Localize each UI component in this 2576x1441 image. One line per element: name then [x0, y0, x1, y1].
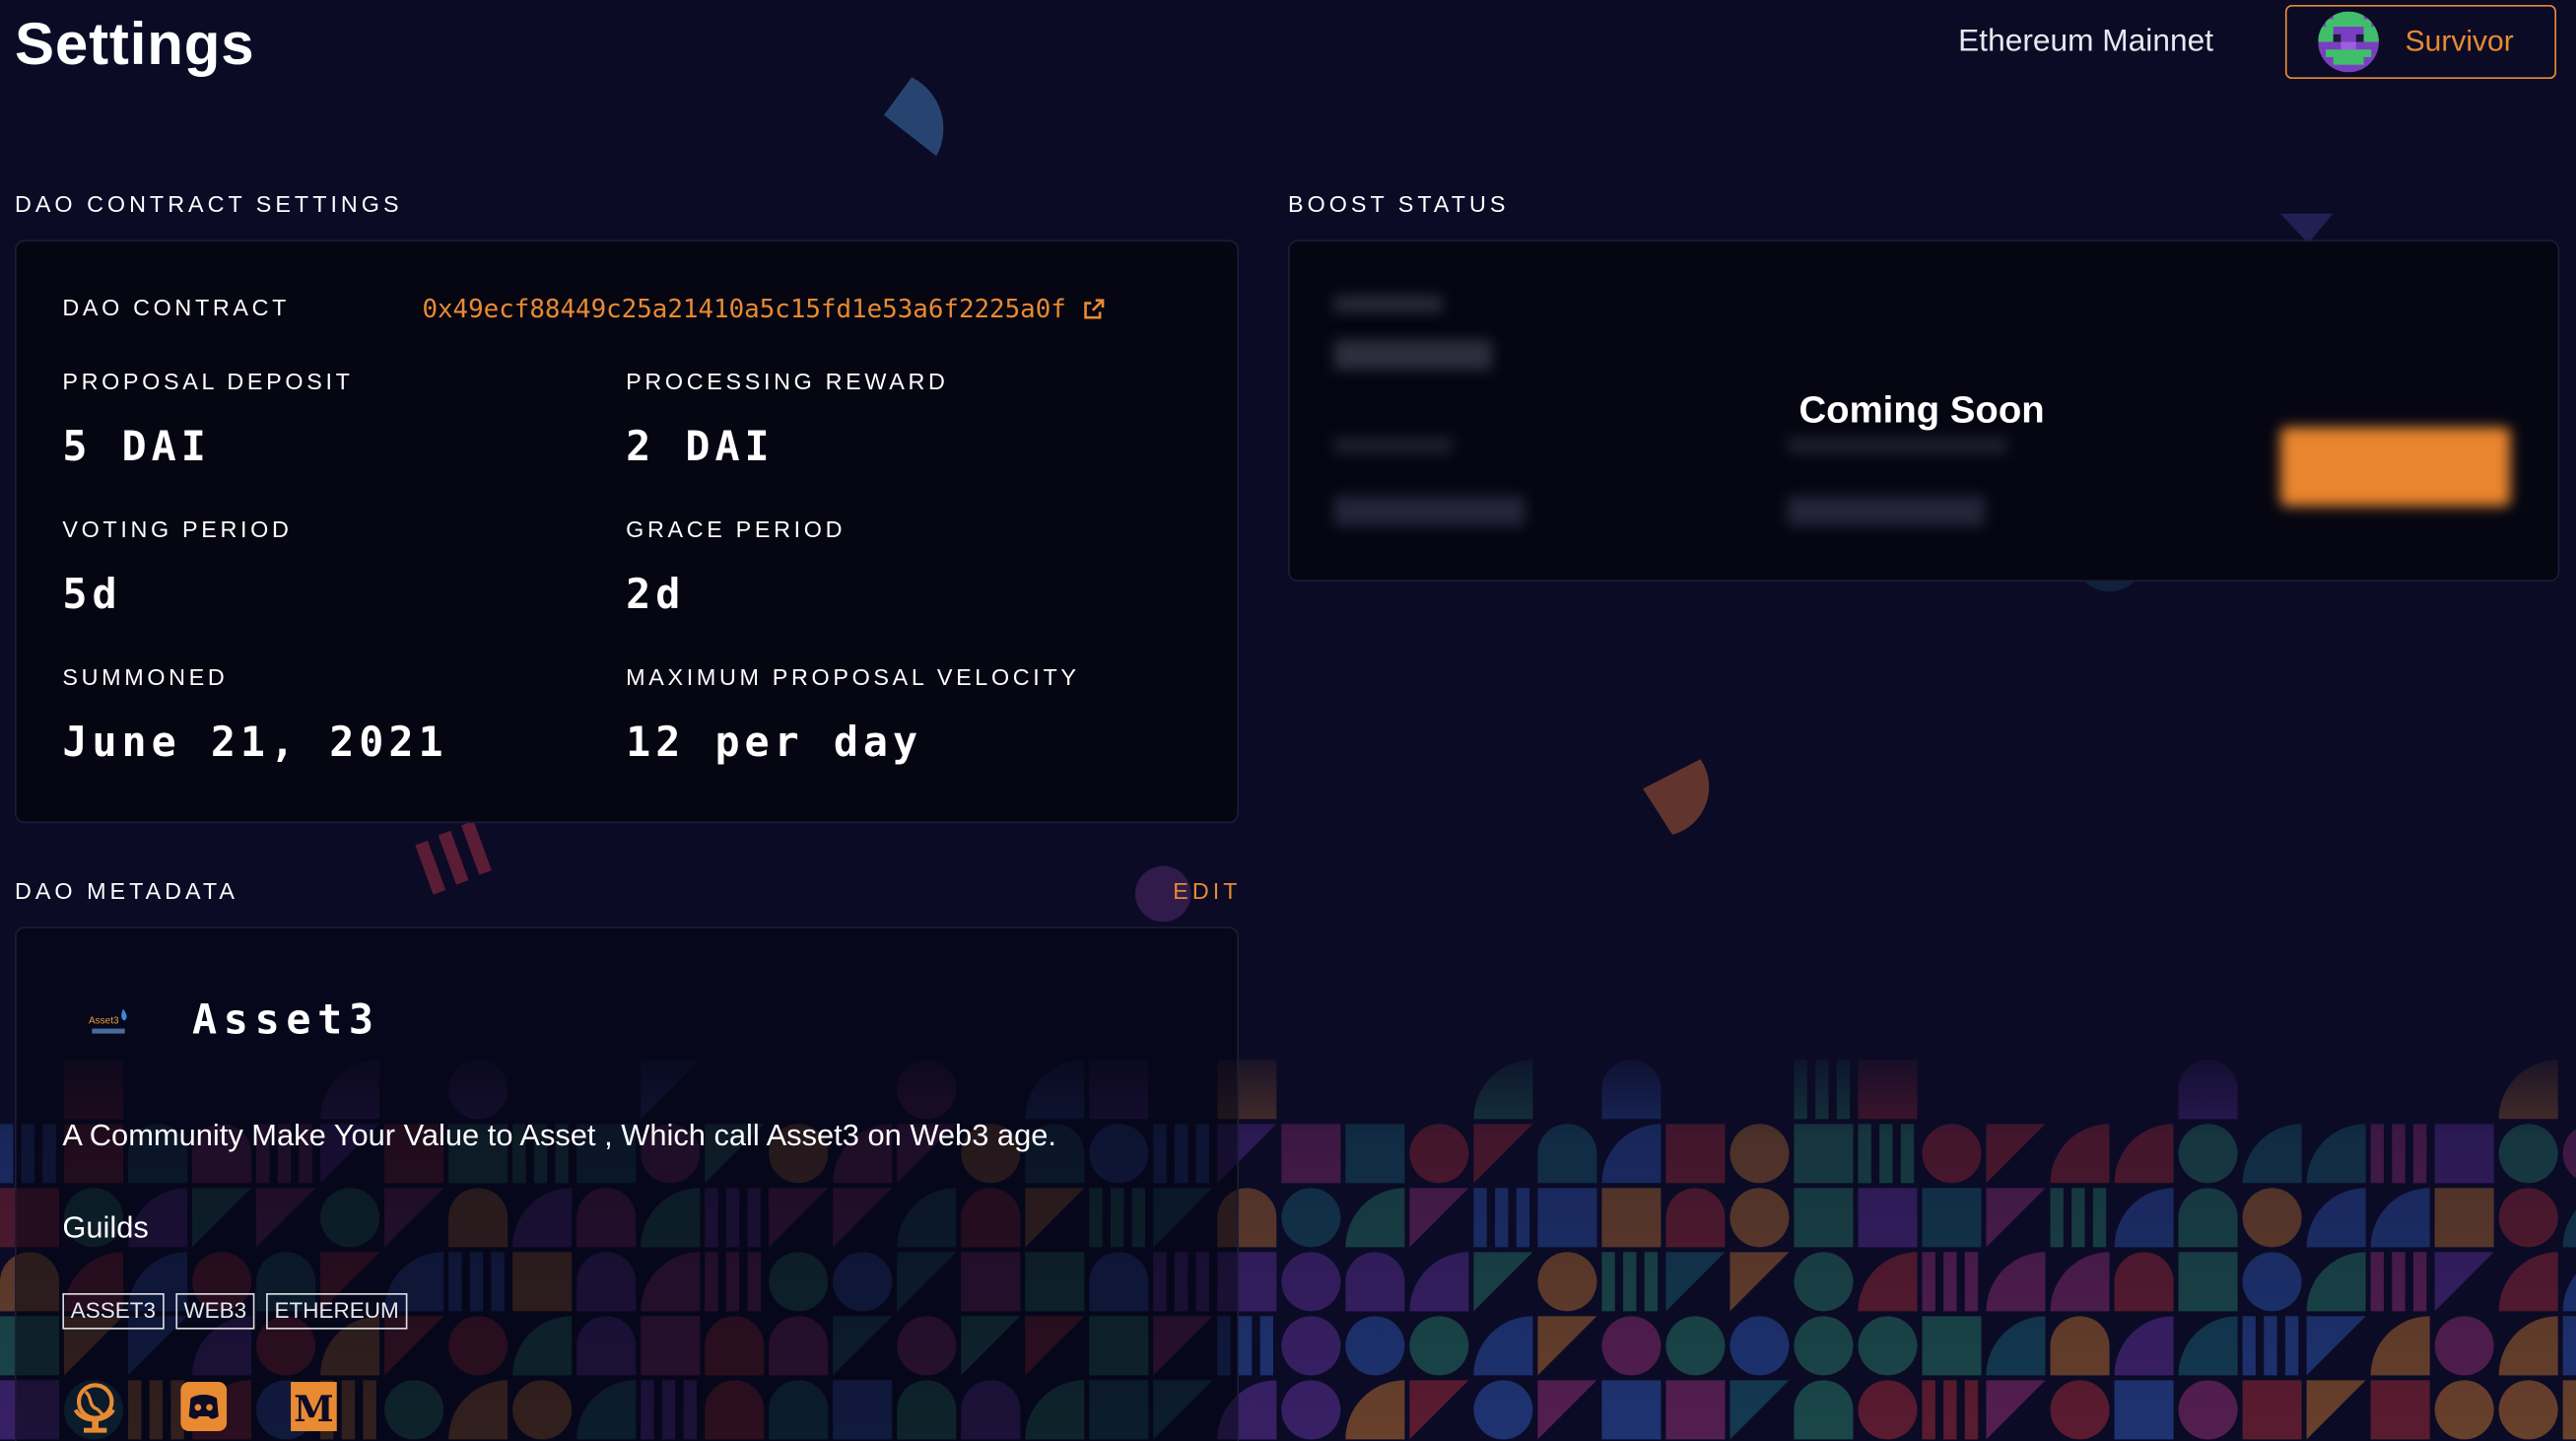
proposal-deposit-value: 5 DAI	[62, 422, 211, 470]
external-link-icon	[1084, 299, 1105, 319]
tag-list: ASSET3 WEB3 ETHEREUM	[62, 1293, 408, 1330]
voting-period-label: VOTING PERIOD	[62, 515, 293, 543]
tag: WEB3	[175, 1293, 255, 1330]
metadata-heading: DAO METADATA	[15, 877, 238, 904]
avatar-icon	[2318, 11, 2379, 73]
dao-description: A Community Make Your Value to Asset , W…	[62, 1117, 1056, 1152]
boost-status-heading: BOOST STATUS	[1288, 190, 1510, 218]
boost-placeholder	[1333, 437, 1453, 454]
dao-contract-label: DAO CONTRACT	[62, 294, 291, 321]
dao-name: Asset3	[192, 995, 380, 1044]
dao-logo-image: Asset3	[89, 1008, 127, 1034]
proposal-deposit-label: PROPOSAL DEPOSIT	[62, 368, 354, 395]
boost-placeholder	[1333, 340, 1492, 371]
page-title: Settings	[15, 10, 255, 78]
avatar	[2318, 11, 2379, 73]
website-icon[interactable]	[69, 1380, 118, 1433]
boost-placeholder	[1333, 296, 1443, 312]
edit-metadata-button[interactable]: EDIT	[1173, 877, 1241, 904]
processing-reward-label: PROCESSING REWARD	[626, 368, 949, 395]
dao-purpose: Guilds	[62, 1208, 149, 1244]
medium-icon[interactable]: M	[289, 1380, 338, 1432]
svg-text:M: M	[294, 1388, 334, 1430]
account-name: Survivor	[2405, 25, 2514, 58]
account-button[interactable]: Survivor	[2284, 5, 2557, 80]
tag: ASSET3	[62, 1293, 165, 1330]
grace-period-label: GRACE PERIOD	[626, 515, 847, 543]
dao-contract-link[interactable]: 0x49ecf88449c25a21410a5c15fd1e53a6f2225a…	[422, 294, 1105, 323]
max-proposal-velocity-value: 12 per day	[626, 718, 923, 766]
processing-reward-value: 2 DAI	[626, 422, 775, 470]
coming-soon-label: Coming Soon	[1798, 387, 2045, 431]
voting-period-value: 5d	[62, 570, 122, 618]
network-label: Ethereum Mainnet	[1958, 25, 2214, 60]
boost-placeholder	[1787, 496, 1985, 526]
boost-button-placeholder	[2279, 427, 2511, 507]
dao-logo: Asset3	[86, 1005, 135, 1042]
svg-text:Asset3: Asset3	[89, 1016, 119, 1027]
contract-settings-heading: DAO CONTRACT SETTINGS	[15, 190, 403, 218]
summoned-label: SUMMONED	[62, 663, 229, 691]
dao-contract-address: 0x49ecf88449c25a21410a5c15fd1e53a6f2225a…	[422, 294, 1066, 324]
boost-placeholder	[1333, 496, 1525, 526]
social-links: M	[69, 1380, 338, 1433]
tag: ETHEREUM	[266, 1293, 408, 1330]
grace-period-value: 2d	[626, 570, 686, 618]
settings-page: Settings Ethereum Mainnet Survivor DAO C…	[0, 0, 2576, 1441]
max-proposal-velocity-label: MAXIMUM PROPOSAL VELOCITY	[626, 663, 1080, 691]
discord-icon[interactable]	[179, 1380, 229, 1432]
summoned-value: June 21, 2021	[62, 718, 448, 766]
boost-placeholder	[1787, 437, 2008, 454]
